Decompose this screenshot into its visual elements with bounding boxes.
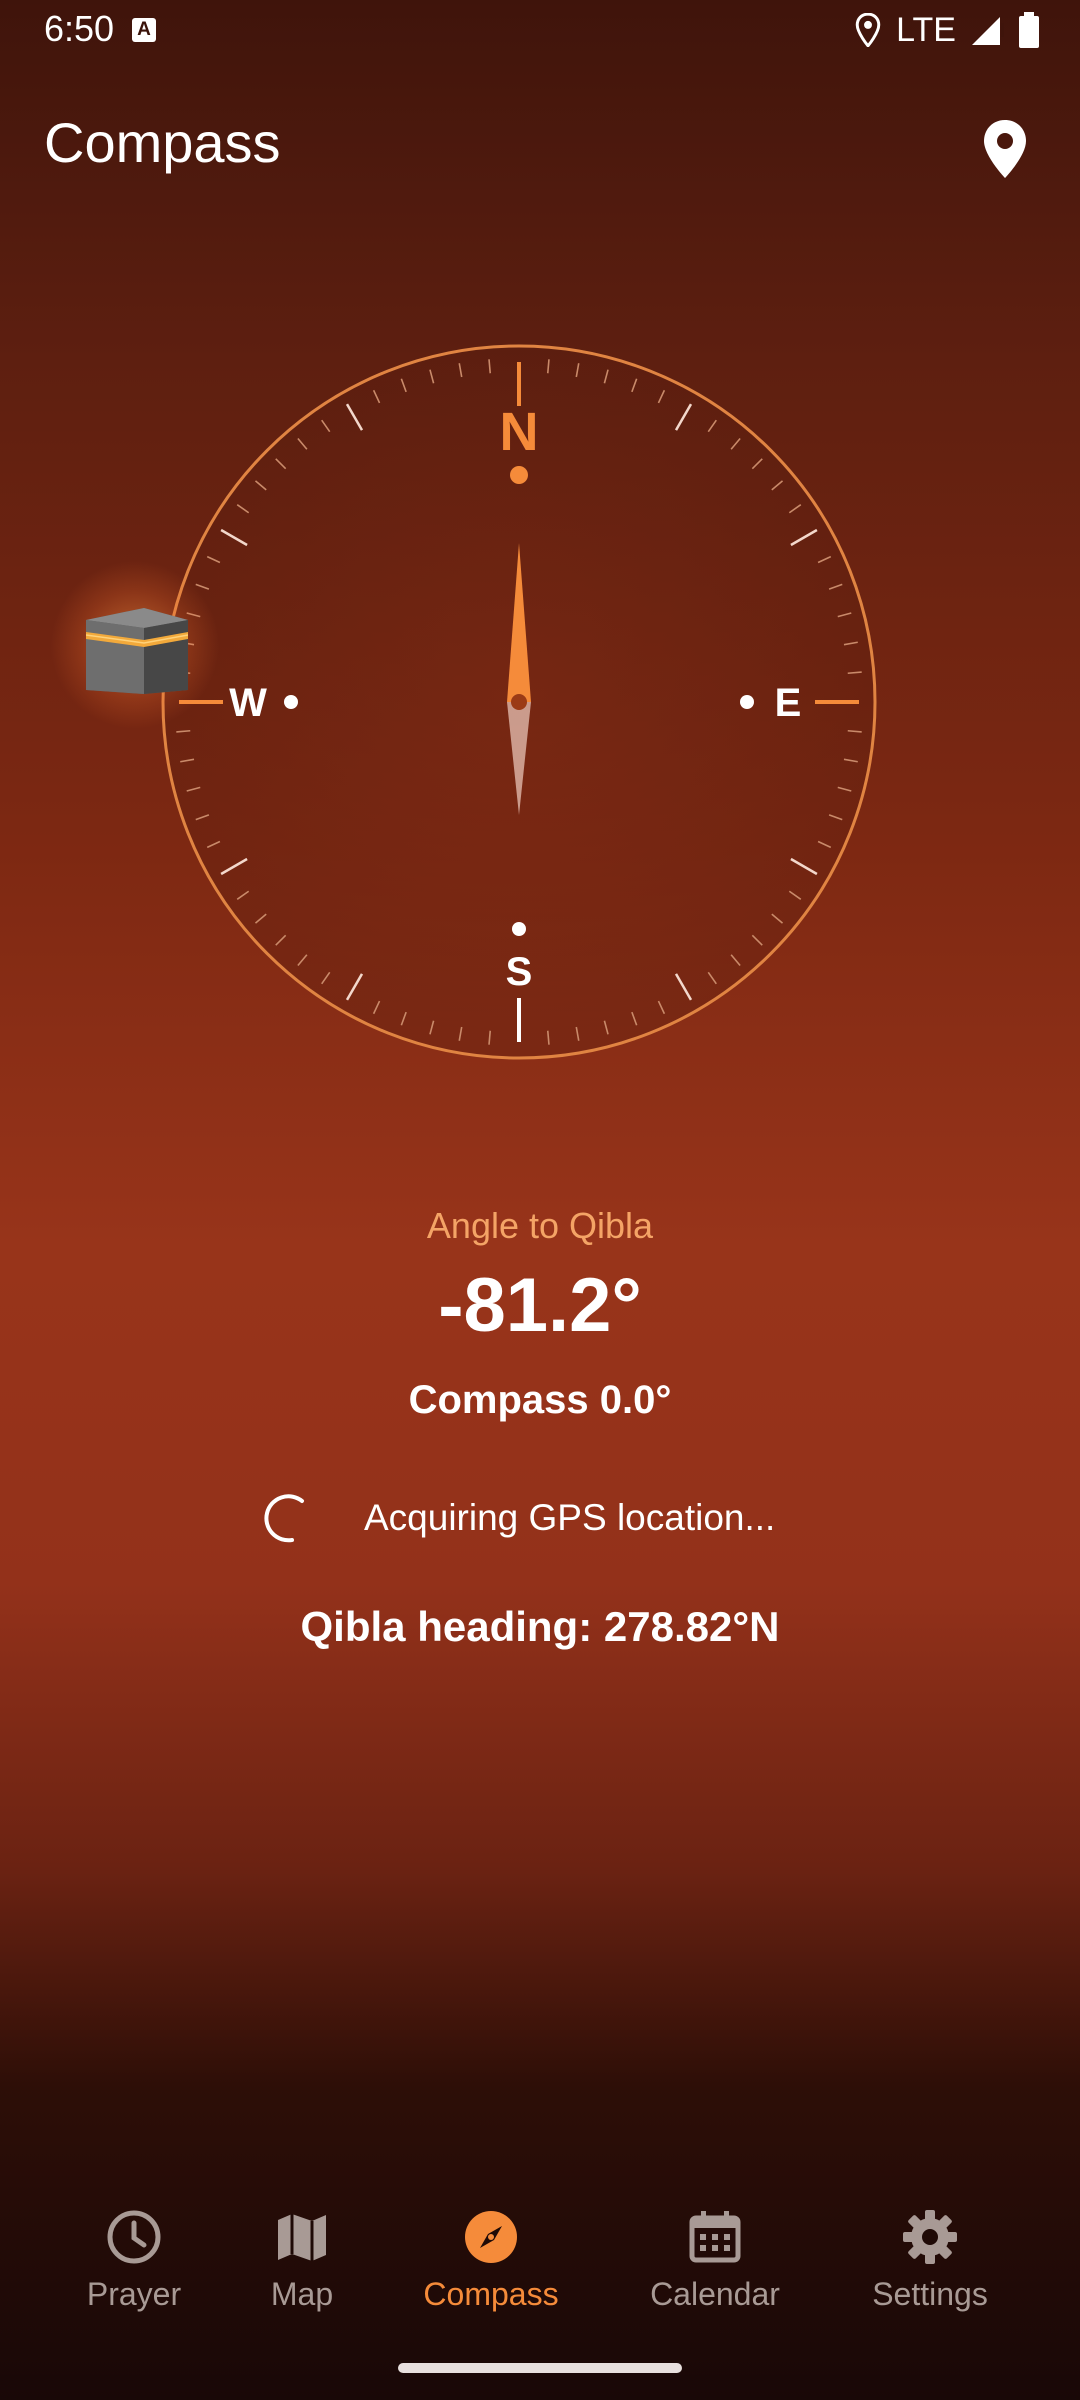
nav-label-settings: Settings (872, 2276, 988, 2312)
compass-reading: Compass 0.0° (408, 1378, 672, 1422)
map-icon (278, 2214, 326, 2261)
north-dot (510, 466, 528, 484)
nav-label-map: Map (270, 2276, 334, 2312)
west-dot (284, 695, 298, 709)
east-dot (740, 695, 754, 709)
gps-status-row: Acquiring GPS location... (262, 1488, 775, 1548)
nav-item-settings[interactable]: Settings (862, 2208, 998, 2313)
angle-to-qibla-label: Angle to Qibla (426, 1205, 654, 1246)
clock-icon (107, 2210, 161, 2264)
nav-label-calendar: Calendar (650, 2276, 780, 2312)
nav-label-prayer: Prayer (86, 2276, 182, 2312)
nav-item-map[interactable]: Map (252, 2208, 352, 2313)
nav-item-calendar[interactable]: Calendar (640, 2208, 790, 2313)
east-label: E (775, 681, 802, 725)
nav-label-compass: Compass (423, 2276, 559, 2312)
calendar-icon (689, 2211, 741, 2263)
home-indicator[interactable] (398, 2363, 682, 2373)
west-label: W (229, 681, 267, 725)
angle-to-qibla-value: -81.2° (438, 1263, 642, 1348)
loading-spinner-icon (264, 1494, 304, 1543)
compass-icon (465, 2211, 517, 2263)
south-dot (512, 922, 526, 936)
compass-svg: N S W E (161, 344, 877, 1060)
south-label: S (506, 950, 533, 994)
gps-status-text: Acquiring GPS location... (364, 1497, 776, 1538)
nav-item-prayer[interactable]: Prayer (78, 2208, 190, 2313)
nav-item-compass[interactable]: Compass (416, 2208, 566, 2313)
kaaba-icon (86, 608, 188, 694)
gear-icon (903, 2210, 957, 2264)
bottom-navigation: Prayer Map Compass Calendar Settings (0, 2180, 1080, 2340)
qibla-heading: Qibla heading: 278.82°N (300, 1603, 780, 1650)
north-label: N (500, 402, 539, 462)
compass-dial: N S W E (0, 0, 1080, 1100)
